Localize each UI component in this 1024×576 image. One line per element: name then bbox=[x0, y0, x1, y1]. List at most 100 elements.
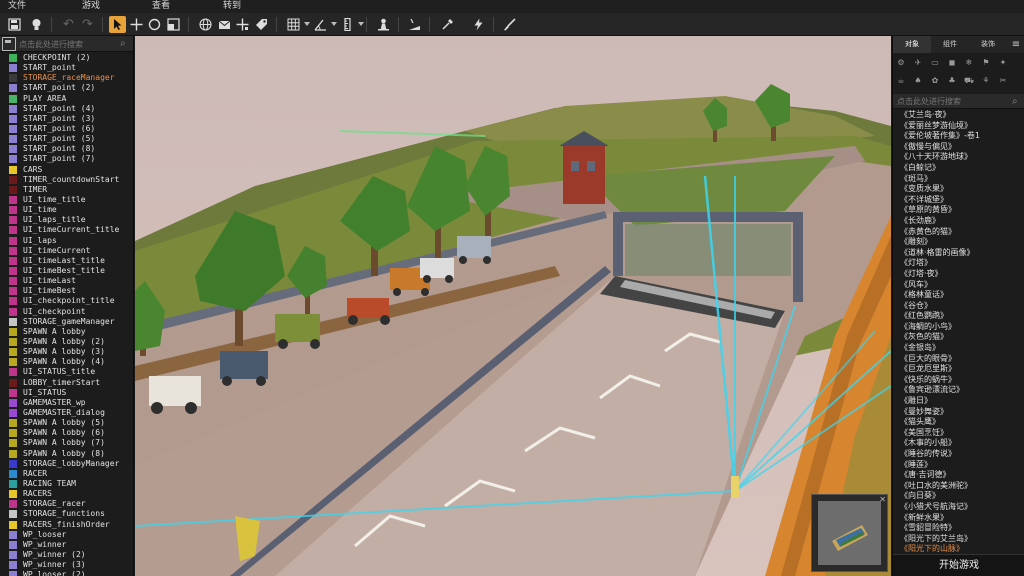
asset-list-item[interactable]: 《木事的小船》 bbox=[900, 438, 1022, 449]
asset-list-item[interactable]: 《白鲸记》 bbox=[900, 163, 1022, 174]
category-icon[interactable]: ⚙ bbox=[896, 58, 906, 67]
asset-list-item[interactable]: 《雪貂冒险特》 bbox=[900, 523, 1022, 534]
object-list-item[interactable]: STORAGE_lobbyManager bbox=[0, 459, 133, 469]
asset-list-item[interactable]: 《小猎犬号航海记》 bbox=[900, 502, 1022, 513]
category-icon[interactable]: ▭ bbox=[930, 58, 940, 67]
redo-icon[interactable]: ↷ bbox=[79, 16, 96, 33]
asset-list-item[interactable]: 《雕刻》 bbox=[900, 237, 1022, 248]
object-list-item[interactable]: RACER bbox=[0, 469, 133, 479]
asset-list-item[interactable]: 《鲁宾逊漂流记》 bbox=[900, 385, 1022, 396]
object-list-item[interactable]: GAMEMASTER_wp bbox=[0, 398, 133, 408]
object-list-item[interactable]: START_point (3) bbox=[0, 114, 133, 124]
asset-list-item[interactable]: 《巨龙厄里斯》 bbox=[900, 364, 1022, 375]
object-list-item[interactable]: SPAWN A lobby (5) bbox=[0, 418, 133, 428]
object-list-item[interactable]: UI_STATUS bbox=[0, 388, 133, 398]
pawn-icon[interactable] bbox=[375, 16, 392, 33]
category-icon[interactable]: ♣ bbox=[947, 76, 957, 85]
asset-list-item[interactable]: 《新鲜水果》 bbox=[900, 513, 1022, 524]
tab-objects[interactable]: 对象 bbox=[893, 36, 931, 53]
object-list-item[interactable]: UI_timeBest bbox=[0, 286, 133, 296]
angle-icon[interactable] bbox=[312, 16, 329, 33]
category-icon[interactable]: ♠ bbox=[913, 76, 923, 85]
object-list-item[interactable]: SPAWN A lobby (8) bbox=[0, 448, 133, 458]
object-list-item[interactable]: PLAY AREA bbox=[0, 94, 133, 104]
ruler-icon[interactable] bbox=[339, 16, 356, 33]
object-list-item[interactable]: WP_winner bbox=[0, 540, 133, 550]
grid-icon[interactable] bbox=[285, 16, 302, 33]
search-icon[interactable]: ⌕ bbox=[1012, 95, 1018, 108]
asset-list-item[interactable]: 《道林·格雷的画像》 bbox=[900, 248, 1022, 259]
object-list-item[interactable]: UI_timeLast_title bbox=[0, 256, 133, 266]
undo-icon[interactable]: ↶ bbox=[60, 16, 77, 33]
category-icon[interactable]: ✂ bbox=[998, 76, 1008, 85]
scale-icon[interactable] bbox=[165, 16, 182, 33]
asset-list-item[interactable]: 《曼妙舞姿》 bbox=[900, 407, 1022, 418]
angle-dropdown-caret[interactable] bbox=[331, 22, 337, 26]
object-list-item[interactable]: SPAWN A lobby (2) bbox=[0, 337, 133, 347]
scene-viewport[interactable] bbox=[135, 36, 891, 576]
lightning-icon[interactable] bbox=[470, 16, 487, 33]
eyedropper-icon[interactable] bbox=[439, 16, 456, 33]
asset-list-item[interactable]: 《巨大的眼骨》 bbox=[900, 354, 1022, 365]
asset-list-item[interactable]: 《雕日》 bbox=[900, 396, 1022, 407]
asset-list-item[interactable]: 《变质水果》 bbox=[900, 184, 1022, 195]
asset-list-item[interactable]: 《艾兰岛·夜》 bbox=[900, 110, 1022, 121]
category-icon[interactable]: ✦ bbox=[998, 58, 1008, 67]
category-icon[interactable]: ❄ bbox=[964, 58, 974, 67]
menu-icon[interactable]: ≡ bbox=[1009, 36, 1023, 53]
object-list-item[interactable]: CHECKPOINT (2) bbox=[0, 53, 133, 63]
asset-list-item[interactable]: 《谷仓》 bbox=[900, 301, 1022, 312]
object-list-item[interactable]: RACERS bbox=[0, 489, 133, 499]
object-list-item[interactable]: START_point bbox=[0, 63, 133, 73]
object-list-item[interactable]: SPAWN A lobby (6) bbox=[0, 428, 133, 438]
right-search-input[interactable] bbox=[897, 95, 1009, 108]
object-list-item[interactable]: START_point (6) bbox=[0, 124, 133, 134]
object-list-item[interactable]: SPAWN A lobby (4) bbox=[0, 357, 133, 367]
snap-tag-icon[interactable] bbox=[253, 16, 270, 33]
object-list-item[interactable]: RACERS_finishOrder bbox=[0, 519, 133, 529]
object-list-item[interactable]: TIMER_countdownStart bbox=[0, 175, 133, 185]
object-list-item[interactable]: WP_winner (2) bbox=[0, 550, 133, 560]
category-icon[interactable]: ✿ bbox=[930, 76, 940, 85]
mail-icon[interactable] bbox=[216, 16, 233, 33]
asset-list-item[interactable]: 《傲慢与偏见》 bbox=[900, 142, 1022, 153]
object-list-item[interactable]: WP_looser bbox=[0, 530, 133, 540]
object-list-item[interactable]: UI_timeCurrent_title bbox=[0, 225, 133, 235]
asset-list-item[interactable]: 《猫头鹰》 bbox=[900, 417, 1022, 428]
tab-components[interactable]: 组件 bbox=[931, 36, 969, 53]
snap-move-icon[interactable] bbox=[234, 16, 251, 33]
object-list-item[interactable]: TIMER bbox=[0, 185, 133, 195]
ruler-dropdown-caret[interactable] bbox=[358, 22, 364, 26]
save-icon[interactable] bbox=[2, 37, 16, 51]
asset-list-item[interactable]: 《风车》 bbox=[900, 280, 1022, 291]
object-list-item[interactable]: SPAWN A lobby (7) bbox=[0, 438, 133, 448]
save-icon[interactable] bbox=[6, 16, 23, 33]
object-list-item[interactable]: UI_STATUS_title bbox=[0, 367, 133, 377]
move-icon[interactable] bbox=[128, 16, 145, 33]
object-list-item[interactable]: START_point (8) bbox=[0, 144, 133, 154]
asset-list-item[interactable]: 《红色鹦鹉》 bbox=[900, 311, 1022, 322]
object-list-item[interactable]: START_point (5) bbox=[0, 134, 133, 144]
object-list-item[interactable]: START_point (4) bbox=[0, 104, 133, 114]
asset-list-item[interactable]: 《爱丽丝梦游仙境》 bbox=[900, 121, 1022, 132]
left-search-input[interactable] bbox=[19, 37, 119, 51]
object-list-item[interactable]: UI_timeBest_title bbox=[0, 266, 133, 276]
object-list-item[interactable]: UI_timeLast bbox=[0, 276, 133, 286]
asset-list-item[interactable]: 《美国烹饪》 bbox=[900, 428, 1022, 439]
asset-list-item[interactable]: 《八十天环游地球》 bbox=[900, 152, 1022, 163]
tab-decorations[interactable]: 装饰 bbox=[969, 36, 1007, 53]
asset-list-item[interactable]: 《赤黄色的猫》 bbox=[900, 227, 1022, 238]
selected-object-preview[interactable]: ✕ bbox=[811, 494, 888, 572]
object-list-item[interactable]: START_point (2) bbox=[0, 83, 133, 93]
object-list-item[interactable]: STORAGE_raceManager bbox=[0, 73, 133, 83]
menu-file[interactable]: 文件 bbox=[8, 0, 26, 13]
asset-list-item[interactable]: 《快乐的蜗牛》 bbox=[900, 375, 1022, 386]
close-icon[interactable]: ✕ bbox=[879, 495, 886, 504]
object-list-item[interactable]: WP_looser (2) bbox=[0, 570, 133, 576]
object-list-item[interactable]: RACING TEAM bbox=[0, 479, 133, 489]
rotate-icon[interactable] bbox=[146, 16, 163, 33]
asset-list-item[interactable]: 《长劲鹿》 bbox=[900, 216, 1022, 227]
asset-list-item[interactable]: 《吐口水的美洲驼》 bbox=[900, 481, 1022, 492]
object-list-item[interactable]: UI_time bbox=[0, 205, 133, 215]
category-icon[interactable]: ⚘ bbox=[981, 76, 991, 85]
